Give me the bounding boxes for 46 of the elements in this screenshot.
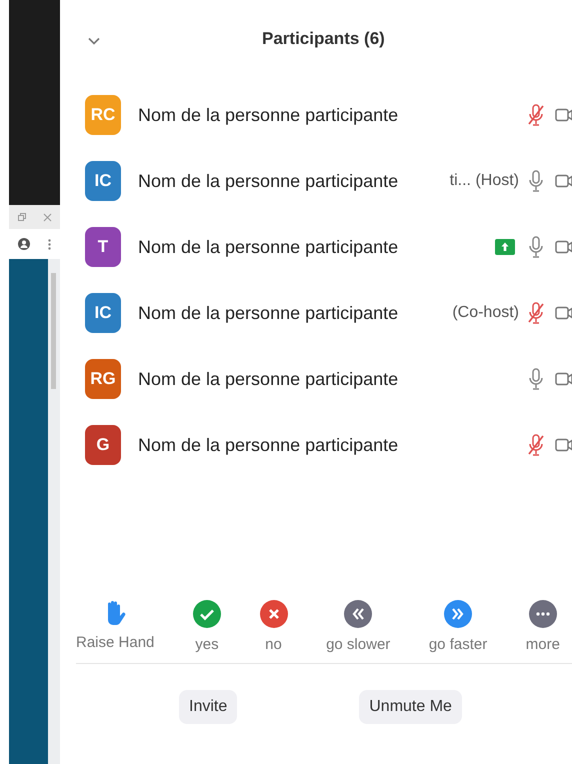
camera-icon[interactable]: [555, 306, 572, 320]
kebab-menu-icon[interactable]: [48, 238, 51, 250]
cross-icon: [260, 600, 288, 628]
reaction-button[interactable]: no: [260, 600, 288, 653]
panel-title: Participants (6): [262, 29, 385, 49]
avatar: T: [85, 227, 121, 267]
avatar: RG: [85, 359, 121, 399]
fast-forward-icon: [444, 600, 472, 628]
mic-icon[interactable]: [527, 169, 545, 193]
participant-name: Nom de la personne participante: [138, 104, 398, 126]
chevron-down-icon[interactable]: [88, 37, 100, 45]
participant-name: Nom de la personne participante: [138, 302, 398, 324]
mic-icon[interactable]: [527, 367, 545, 391]
invite-button[interactable]: Invite: [179, 690, 238, 724]
participant-name: Nom de la personne participante: [138, 434, 398, 456]
participant-role: (Co-host): [452, 304, 520, 322]
more-icon: [528, 600, 557, 628]
camera-icon[interactable]: [555, 174, 572, 188]
avatar: G: [85, 425, 121, 465]
muted-mic-icon[interactable]: [527, 103, 545, 127]
participant-name: Nom de la personne participante: [138, 368, 398, 390]
mic-icon[interactable]: [527, 235, 545, 259]
muted-mic-icon[interactable]: [527, 433, 545, 457]
camera-icon[interactable]: [555, 240, 572, 254]
camera-icon[interactable]: [555, 438, 572, 452]
account-icon[interactable]: [18, 238, 30, 250]
participant-name: Nom de la personne participante: [138, 236, 398, 258]
rewind-icon: [344, 600, 372, 628]
close-icon[interactable]: [42, 212, 52, 222]
reaction-button[interactable]: Raise Hand: [76, 600, 154, 653]
participant-role: ti... (Host): [450, 172, 520, 190]
check-icon: [192, 600, 221, 628]
avatar: IC: [85, 293, 121, 333]
reaction-button[interactable]: go slower: [326, 600, 390, 653]
reaction-button[interactable]: more: [526, 600, 560, 653]
camera-icon[interactable]: [555, 108, 572, 122]
camera-icon[interactable]: [555, 372, 572, 386]
muted-mic-icon[interactable]: [527, 301, 545, 325]
reaction-button[interactable]: yes: [192, 600, 221, 653]
reaction-button[interactable]: go faster: [428, 600, 488, 653]
participant-name: Nom de la personne participante: [138, 170, 398, 192]
restore-icon[interactable]: [18, 213, 26, 221]
avatar: RC: [85, 95, 121, 135]
unmute-button[interactable]: Unmute Me: [359, 690, 462, 724]
avatar: IC: [85, 161, 121, 201]
scrollbar[interactable]: [48, 259, 60, 764]
